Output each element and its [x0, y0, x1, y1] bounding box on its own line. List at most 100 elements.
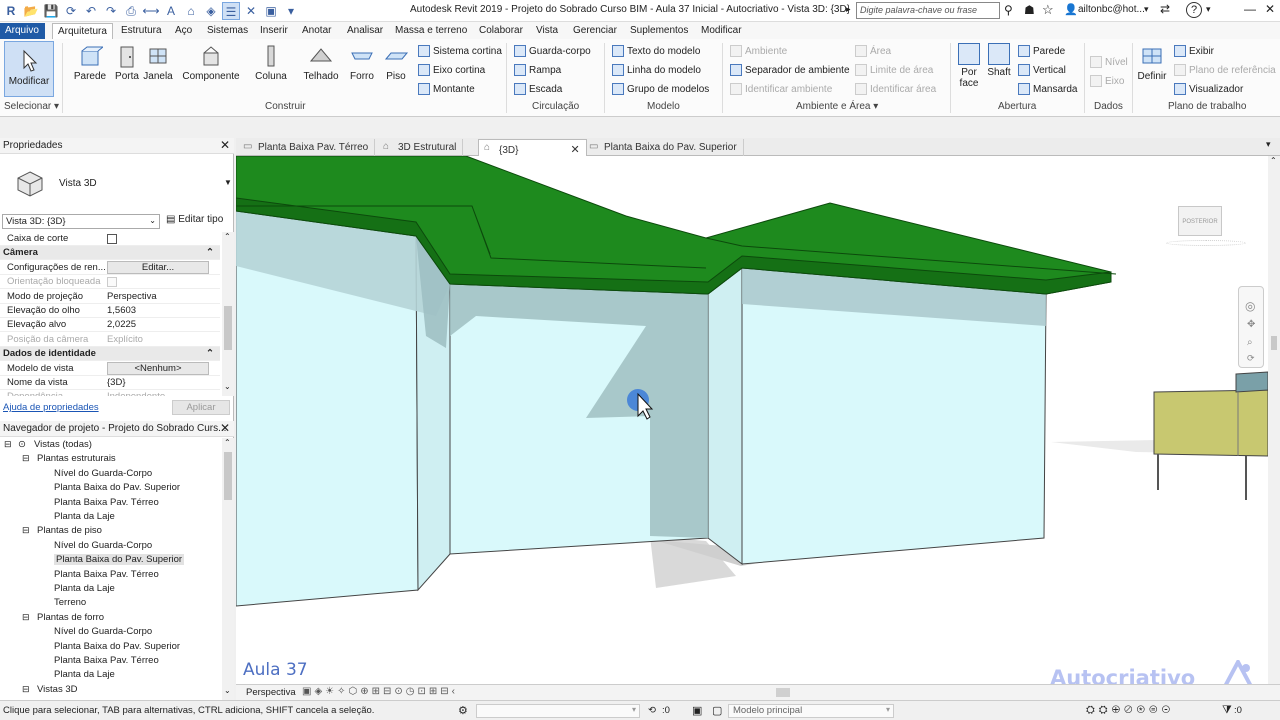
ribbon-tab-5[interactable]: Inserir	[255, 23, 293, 39]
open-icon[interactable]: 📂	[22, 2, 40, 20]
ribbon-tab-7[interactable]: Analisar	[342, 23, 388, 39]
opening-1-button[interactable]: Vertical	[1018, 64, 1066, 76]
design-options-icon[interactable]: ▣	[692, 704, 702, 717]
edit-type-button[interactable]: ▤ Editar tipo	[166, 214, 223, 225]
property-row[interactable]: Dados de identidade ⌃	[0, 347, 220, 362]
collapse-icon[interactable]: ⌃	[206, 247, 214, 258]
build-5-button[interactable]: Telhado	[302, 43, 340, 82]
chevron-right-icon[interactable]: ▸	[846, 4, 851, 15]
build-2-button[interactable]: Janela	[143, 43, 173, 82]
set-workplane-button[interactable]: Definir	[1136, 43, 1168, 82]
exchange-icon[interactable]: ⇄	[1160, 2, 1170, 16]
properties-scrollbar[interactable]: ⌃ ⌄	[222, 232, 234, 396]
ribbon-tab-12[interactable]: Suplementos	[625, 23, 693, 39]
help-icon[interactable]: ?	[1186, 2, 1202, 18]
view-tab-1[interactable]: ⌂ 3D Estrutural	[378, 139, 464, 156]
close-browser-icon[interactable]: ✕	[220, 421, 230, 435]
switch-windows-icon[interactable]: ▣	[262, 2, 280, 20]
user-icon[interactable]: 👤	[1064, 3, 1078, 16]
3d-view-icon[interactable]: ⌂	[182, 2, 200, 20]
build-7-button[interactable]: Piso	[383, 43, 409, 82]
tree-item[interactable]: Nível do Guarda-Corpo	[54, 540, 152, 551]
browser-scroll-up-icon[interactable]: ⌃	[224, 438, 231, 447]
tree-item[interactable]: Planta Baixa do Pav. Superior	[54, 482, 180, 493]
save-icon[interactable]: 💾	[42, 2, 60, 20]
ribbon-tab-11[interactable]: Gerenciar	[568, 23, 622, 39]
tree-item[interactable]: Planta Baixa do Pav. Superior	[54, 641, 180, 652]
view-scroll-up-icon[interactable]: ⌃	[1270, 156, 1277, 165]
selection-toggles-icons[interactable]: ⛭⛭⊕⊘⊛⊜⊝	[1086, 704, 1174, 717]
tree-group[interactable]: Vistas (todas)	[34, 439, 92, 450]
orbit-icon[interactable]: ⟳	[1247, 353, 1255, 364]
tree-toggle-icon[interactable]: ⊟	[22, 525, 30, 536]
undo-icon[interactable]: ↶	[82, 2, 100, 20]
tree-group[interactable]: Vistas 3D	[37, 684, 77, 695]
room-3-button[interactable]: Área	[855, 45, 891, 57]
model-canvas[interactable]	[236, 156, 1268, 684]
viewcube-compass[interactable]	[1166, 240, 1246, 246]
scroll-thumb[interactable]	[224, 306, 232, 350]
model-1-button[interactable]: Linha do modelo	[612, 64, 701, 76]
dropdown-icon[interactable]: ▾	[1144, 4, 1149, 15]
help-dropdown-icon[interactable]: ▾	[1206, 4, 1211, 15]
viewcube-face[interactable]: POSTERIOR	[1178, 206, 1222, 236]
room-5-button[interactable]: Identificar área	[855, 83, 936, 95]
tree-group[interactable]: Plantas de forro	[37, 612, 104, 623]
editable-only-icon[interactable]: ▢	[712, 704, 722, 717]
scroll-up-icon[interactable]: ⌃	[224, 232, 231, 241]
close-window-icon[interactable]: ✕	[1260, 2, 1280, 16]
railing-panel[interactable]	[1153, 389, 1268, 457]
properties-help-link[interactable]: Ajuda de propriedades	[3, 402, 99, 413]
room-area-group-label[interactable]: Ambiente e Área ▾	[796, 101, 878, 112]
datum-0-button[interactable]: Nível	[1090, 56, 1128, 68]
property-button[interactable]: <Nenhum>	[107, 361, 209, 375]
curtain-2-button[interactable]: Montante	[418, 83, 475, 95]
room-0-button[interactable]: Ambiente	[730, 45, 787, 57]
tree-item[interactable]: Planta Baixa do Pav. Superior	[54, 554, 185, 566]
tree-item[interactable]: Planta Baixa Pav. Térreo	[54, 655, 159, 666]
ribbon-tab-9[interactable]: Colaborar	[474, 23, 528, 39]
ribbon-tab-13[interactable]: Modificar	[696, 23, 747, 39]
opening-big-0-button[interactable]: Por face	[956, 43, 982, 89]
subscription-icon[interactable]: ☗	[1024, 3, 1035, 17]
ribbon-tab-6[interactable]: Anotar	[297, 23, 336, 39]
tree-toggle-icon[interactable]: ⊟	[22, 453, 30, 464]
workplane-0-button[interactable]: Exibir	[1174, 45, 1214, 57]
star-icon[interactable]: ☆	[1042, 2, 1054, 18]
property-row[interactable]: Câmera ⌃	[0, 246, 220, 261]
tree-toggle-icon[interactable]: ⊟	[22, 612, 30, 623]
room-2-button[interactable]: Identificar ambiente	[730, 83, 832, 95]
build-3-button[interactable]: Componente	[180, 43, 242, 82]
view-tab-2[interactable]: ⌂ {3D} ✕	[478, 139, 587, 156]
binoculars-icon[interactable]: ⚲	[1004, 3, 1013, 17]
sync-icon[interactable]: ⟳	[62, 2, 80, 20]
opening-big-1-button[interactable]: Shaft	[986, 43, 1012, 78]
revit-logo-icon[interactable]: R	[2, 2, 20, 20]
opening-2-button[interactable]: Mansarda	[1018, 83, 1077, 95]
property-value[interactable]: 2,0225	[107, 319, 136, 330]
close-view-tab-icon[interactable]: ✕	[570, 144, 579, 156]
tree-item[interactable]: Nível do Guarda-Corpo	[54, 468, 152, 479]
search-input[interactable]: Digite palavra-chave ou frase	[856, 2, 1000, 19]
room-4-button[interactable]: Limite de área	[855, 64, 933, 76]
view-controls-icons[interactable]: ▣◈☀✧⬡⊕⊞⊟⊙◷⊡⊞⊟‹	[302, 686, 458, 697]
collapse-icon[interactable]: ⌃	[206, 348, 214, 359]
workplane-2-button[interactable]: Visualizador	[1174, 83, 1243, 95]
tag-icon[interactable]: A	[162, 2, 180, 20]
room-1-button[interactable]: Separador de ambiente	[730, 64, 850, 76]
datum-1-button[interactable]: Eixo	[1090, 75, 1124, 87]
redo-icon[interactable]: ↷	[102, 2, 120, 20]
tree-toggle-icon[interactable]: ⊟	[4, 439, 12, 450]
print-icon[interactable]: ⎙	[122, 2, 140, 20]
worksharing-icon[interactable]: ⚙	[458, 704, 468, 717]
tree-item[interactable]: Planta da Laje	[54, 669, 115, 680]
browser-scroll-thumb[interactable]	[224, 452, 232, 500]
thin-lines-icon[interactable]: ☰	[222, 2, 240, 20]
ribbon-tab-3[interactable]: Aço	[170, 23, 197, 39]
curtain-1-button[interactable]: Eixo cortina	[418, 64, 485, 76]
3d-viewport[interactable]: POSTERIOR ◎ ✥ ⌕ ⟳ Aula 37 Autocriativo	[236, 156, 1268, 684]
workset-select[interactable]: ▾	[476, 704, 640, 718]
browser-scrollbar[interactable]: ⌃ ⌄	[222, 438, 234, 700]
design-option-select[interactable]: Modelo principal ▾	[728, 704, 894, 718]
apply-button[interactable]: Aplicar	[172, 400, 230, 415]
